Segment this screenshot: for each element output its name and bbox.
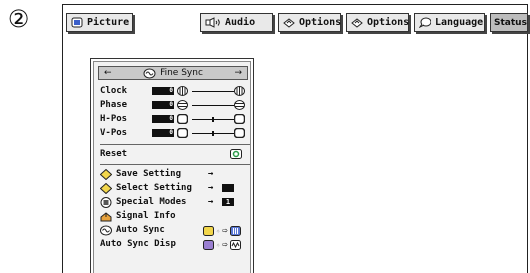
divider: [100, 144, 250, 145]
arrow-right-icon: ⇨: [222, 226, 228, 236]
tab-label: Options: [367, 17, 410, 28]
row-label: Clock: [100, 86, 128, 96]
h-pos-icon: [233, 113, 246, 125]
row-v-pos[interactable]: V-Pos 0: [100, 127, 250, 139]
arrow-left-icon[interactable]: ←: [104, 68, 112, 78]
options-icon: [351, 17, 363, 28]
special-modes-icon: [100, 196, 112, 208]
arrow-right-icon: →: [208, 183, 214, 193]
tab-audio[interactable]: Audio: [200, 13, 273, 32]
step-marker: ②: [7, 5, 30, 33]
phase-icon: [177, 100, 188, 110]
value-box: 0: [152, 115, 174, 123]
value-box: 0: [152, 129, 174, 137]
fine-sync-panel: ← Fine Sync → Clock 0 Phase 0 H-Pos 0 V-…: [90, 58, 254, 273]
v-pos-icon: [176, 127, 189, 139]
on-icon: [229, 226, 241, 236]
reset-icon: [230, 149, 242, 163]
row-label: Save Setting: [116, 169, 182, 179]
row-phase[interactable]: Phase 0: [100, 99, 250, 111]
tab-picture[interactable]: Picture: [66, 13, 133, 32]
tab-options-1[interactable]: Options: [278, 13, 341, 32]
row-clock[interactable]: Clock 0: [100, 85, 250, 97]
clock-icon: [234, 86, 245, 96]
row-label: H-Pos: [100, 114, 128, 124]
arrow-right-icon: →: [208, 169, 214, 179]
off-icon: [203, 226, 214, 236]
row-label: Reset: [100, 149, 128, 159]
value-box: 0: [152, 87, 174, 95]
tab-label: Audio: [225, 17, 256, 28]
row-label: Special Modes: [116, 197, 187, 207]
row-label: V-Pos: [100, 128, 128, 138]
row-signal-info[interactable]: Signal Info: [100, 210, 250, 222]
row-select-setting[interactable]: Select Setting →: [100, 182, 250, 194]
row-label: Signal Info: [116, 211, 176, 221]
spark-icon: ✧: [216, 227, 221, 235]
arrow-right-icon: →: [208, 197, 214, 207]
row-h-pos[interactable]: H-Pos 0: [100, 113, 250, 125]
row-save-setting[interactable]: Save Setting →: [100, 168, 250, 180]
tab-label: Status: [494, 17, 527, 28]
row-label: Phase: [100, 100, 128, 110]
panel-title: Fine Sync: [160, 68, 203, 78]
tab-label: Options: [299, 17, 342, 28]
value-box: [222, 184, 234, 192]
tab-label: Picture: [87, 17, 130, 28]
arrow-right-icon[interactable]: →: [234, 68, 242, 78]
spark-icon: ✧: [216, 241, 221, 249]
panel-header[interactable]: ← Fine Sync →: [98, 66, 248, 80]
diamond-icon: [100, 182, 112, 194]
slider-track[interactable]: [192, 131, 234, 136]
slider-track[interactable]: [192, 117, 234, 122]
h-pos-icon: [176, 113, 189, 125]
off-icon: [203, 240, 214, 250]
row-reset[interactable]: Reset: [100, 148, 250, 160]
value-box: 1: [222, 198, 234, 206]
clock-icon: [177, 86, 188, 96]
tab-label: Language: [435, 17, 484, 28]
picture-icon: [71, 17, 83, 28]
arrow-right-icon: ⇨: [222, 240, 228, 250]
row-label: Auto Sync Disp: [100, 239, 176, 249]
speaker-icon: [205, 17, 221, 28]
wave-icon: [229, 240, 241, 250]
tab-status[interactable]: Status: [490, 13, 528, 32]
panel-inner: ← Fine Sync → Clock 0 Phase 0 H-Pos 0 V-…: [93, 61, 251, 273]
tab-language[interactable]: Language: [414, 13, 485, 32]
speech-bubble-icon: [419, 17, 431, 28]
v-pos-icon: [233, 127, 246, 139]
row-label: Auto Sync: [116, 225, 165, 235]
slider-track[interactable]: [192, 105, 234, 106]
tab-options-2[interactable]: Options: [346, 13, 409, 32]
diamond-icon: [100, 168, 112, 180]
phase-icon: [234, 100, 245, 110]
row-special-modes[interactable]: Special Modes → 1: [100, 196, 250, 208]
auto-sync-icon: [100, 225, 112, 236]
signal-info-icon: [100, 211, 112, 222]
options-icon: [283, 17, 295, 28]
row-auto-sync[interactable]: Auto Sync ✧ ⇨: [100, 224, 250, 236]
value-box: 0: [152, 101, 174, 109]
divider: [100, 164, 250, 165]
slider-track[interactable]: [192, 91, 234, 92]
row-auto-sync-disp[interactable]: Auto Sync Disp ✧ ⇨: [100, 238, 250, 250]
fine-sync-icon: [143, 68, 156, 79]
row-label: Select Setting: [116, 183, 192, 193]
